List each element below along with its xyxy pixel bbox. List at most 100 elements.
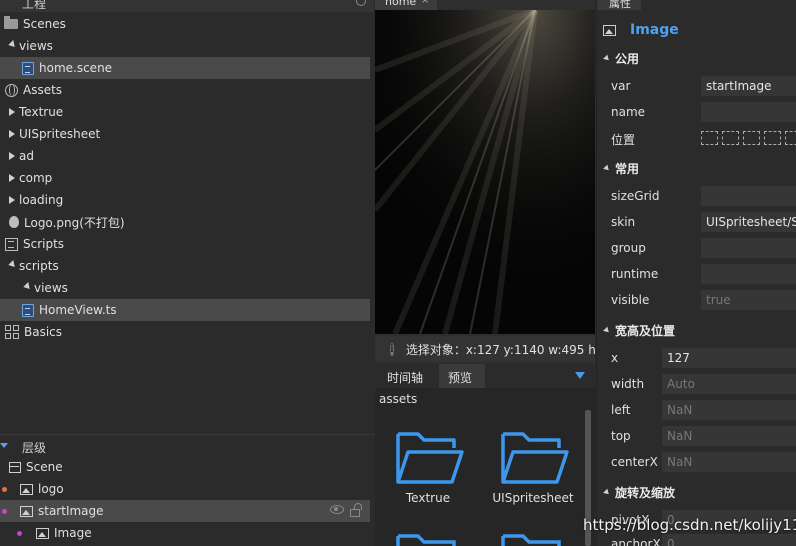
scene-tab-label: home [385,0,417,8]
layer-item-scene[interactable]: Scene [0,456,370,478]
image-icon [603,24,616,36]
prop-name: name [597,100,796,124]
section-title: 常用 [615,161,640,176]
collapse-icon [603,164,611,172]
layer-color-dot [2,486,7,492]
scene-viewport[interactable] [375,10,595,334]
bottom-tabs: 时间轴 预览 [375,364,595,388]
group-input[interactable] [701,238,796,258]
script-icon [5,237,18,251]
collapse-icon[interactable] [0,443,8,448]
prop-var: var startImage [597,74,796,98]
tree-item-label: Scripts [23,237,65,251]
chevron-down-icon[interactable] [23,281,33,292]
prop-group: group [597,236,796,260]
prop-sizegrid: sizeGrid [597,184,796,208]
layers-panel-title: 层级 [22,441,47,455]
layer-item-logo[interactable]: logo [0,478,370,500]
chevron-right-icon[interactable] [9,196,15,204]
image-icon [20,483,33,495]
tree-item-logo-png[interactable]: Logo.png(不打包) [0,211,370,233]
tree-item-scripts-folder[interactable]: scripts [0,255,370,277]
align-top-icon[interactable] [764,131,781,145]
asset-folder-uispritesheet[interactable]: UISpritesheet [488,428,578,505]
chevron-down-icon[interactable] [8,259,18,270]
section-size-position[interactable]: 宽高及位置 [597,319,796,341]
asset-folder-textrue[interactable]: Textrue [383,428,473,505]
top-input[interactable]: NaN [662,426,796,446]
layer-item-label: logo [38,482,64,496]
tree-item-views[interactable]: views [0,35,370,57]
tree-item-loading[interactable]: loading [0,189,370,211]
tree-item-label: views [19,39,53,53]
align-right-icon[interactable] [743,131,760,145]
tree-item-assets[interactable]: Assets [0,79,370,101]
prop-top: top NaN [597,424,796,448]
prop-key: sizeGrid [611,189,660,203]
selection-status-bar: i 选择对象：x:127 y:1140 w:495 h [375,336,595,362]
chevron-right-icon[interactable] [9,152,15,160]
align-left-icon[interactable] [701,131,718,145]
tree-item-uispritesheet[interactable]: UISpritesheet [0,123,370,145]
align-center-icon[interactable] [722,131,739,145]
tree-item-scripts[interactable]: Scripts [0,233,370,255]
tab-timeline[interactable]: 时间轴 [375,364,439,388]
chevron-right-icon[interactable] [9,174,15,182]
chevron-right-icon[interactable] [9,108,15,116]
chevron-down-icon[interactable] [8,39,18,50]
runtime-input[interactable] [701,264,796,284]
align-middle-icon[interactable] [785,131,796,145]
tree-item-comp[interactable]: comp [0,167,370,189]
eye-icon[interactable] [330,505,344,514]
section-common[interactable]: 公用 [597,47,796,69]
prop-key: 位置 [611,133,636,147]
sizegrid-input[interactable] [701,186,796,206]
align-buttons [701,131,796,145]
lock-icon[interactable] [350,503,362,517]
dropdown-arrow-icon[interactable] [575,372,585,379]
tab-preview[interactable]: 预览 [439,364,485,388]
anchorx-input[interactable]: 0 [662,534,796,546]
layer-item-image[interactable]: Image [0,522,370,544]
tree-item-basics[interactable]: Basics [0,321,370,343]
collapse-icon [603,54,611,62]
scene-tab-home[interactable]: home × [375,0,437,10]
tree-item-homeview-ts[interactable]: HomeView.ts [0,299,370,321]
x-input[interactable]: 127 [662,348,796,368]
center-pane: home × i 选择对象：x:127 y:1140 w:495 h 时间轴 预… [375,0,595,546]
tree-item-textrue[interactable]: Textrue [0,101,370,123]
chevron-right-icon[interactable] [9,130,15,138]
tree-item-scenes[interactable]: Scenes [0,13,370,35]
folder-icon [396,534,456,546]
visible-input[interactable]: true [701,290,796,310]
section-rotate-scale[interactable]: 旋转及缩放 [597,481,796,503]
search-icon[interactable] [356,0,366,6]
prop-key: top [611,429,631,443]
info-icon: i [390,342,394,356]
var-input[interactable]: startImage [701,76,796,96]
section-title: 公用 [615,51,640,66]
component-title: Image [597,18,796,42]
name-input[interactable] [701,102,796,122]
prop-skin: skin UISpritesheet/Sta [597,210,796,234]
asset-folder-partial[interactable] [488,530,578,546]
tree-item-views-scripts[interactable]: views [0,277,370,299]
layer-item-label: Scene [26,460,63,474]
prop-position: 位置 [597,126,796,150]
centerx-input[interactable]: NaN [662,452,796,472]
left-input[interactable]: NaN [662,400,796,420]
skin-input[interactable]: UISpritesheet/Sta [701,212,796,232]
layer-item-startimage[interactable]: startImage [0,500,370,522]
prop-centerx: centerX NaN [597,450,796,474]
asset-folder-partial[interactable] [383,530,473,546]
assets-path-label: assets [379,392,418,406]
section-frequent[interactable]: 常用 [597,157,796,179]
properties-tab[interactable]: 属性 [597,0,641,10]
close-icon[interactable]: × [421,0,429,6]
prop-x: x 127 [597,346,796,370]
tree-item-home-scene[interactable]: home.scene [0,57,370,79]
tree-item-ad[interactable]: ad [0,145,370,167]
width-input[interactable]: Auto [662,374,796,394]
tree-item-label: Assets [23,83,63,97]
tree-item-label: Basics [24,325,63,339]
